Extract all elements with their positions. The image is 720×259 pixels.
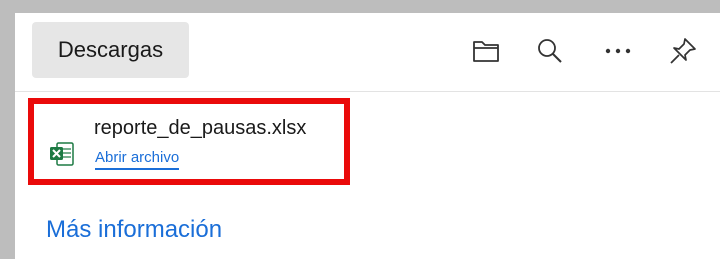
- downloads-flyout-screenshot: Descargas reporte_de_pausas.xlsx Abrir a…: [0, 0, 720, 259]
- more-info-link[interactable]: Más información: [46, 216, 222, 244]
- more-options-icon[interactable]: [600, 33, 636, 69]
- download-file-name[interactable]: reporte_de_pausas.xlsx: [94, 117, 306, 140]
- downloads-header: Descargas: [15, 13, 720, 92]
- pin-icon[interactable]: [665, 33, 701, 69]
- download-item-highlight: [28, 98, 350, 185]
- downloads-panel: Descargas reporte_de_pausas.xlsx Abrir a…: [15, 13, 720, 259]
- open-file-link[interactable]: Abrir archivo: [95, 149, 180, 170]
- downloads-title[interactable]: Descargas: [32, 22, 189, 78]
- excel-file-icon: [49, 141, 75, 167]
- open-folder-icon[interactable]: [468, 33, 504, 69]
- window-edge-top: [0, 0, 720, 13]
- search-icon[interactable]: [532, 33, 568, 69]
- window-edge-left: [0, 0, 15, 259]
